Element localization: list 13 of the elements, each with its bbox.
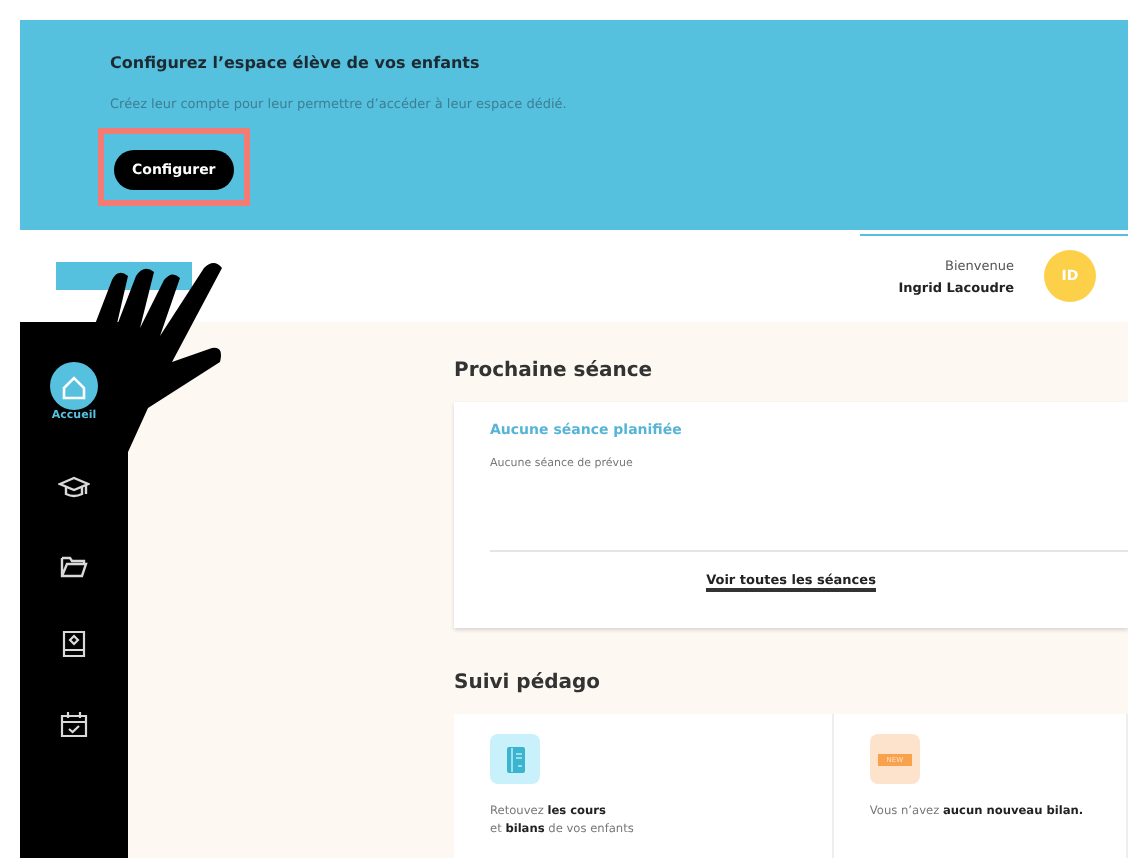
folder-icon — [60, 554, 88, 578]
section-heading: Suivi pédago — [454, 672, 603, 694]
graduation-cap-icon — [58, 474, 90, 502]
calendar-icon — [60, 710, 88, 738]
home-icon — [60, 374, 88, 402]
certificate-icon — [62, 630, 86, 658]
nav-item[interactable] — [62, 630, 86, 658]
nav-item[interactable] — [60, 554, 88, 578]
nav-item[interactable] — [58, 474, 90, 502]
banner-title: Configurez l’espace élève de vos enfants — [110, 54, 482, 72]
notebook-icon — [490, 734, 540, 784]
nav-item[interactable] — [60, 710, 88, 738]
section-heading: Prochaine séance — [454, 360, 655, 382]
